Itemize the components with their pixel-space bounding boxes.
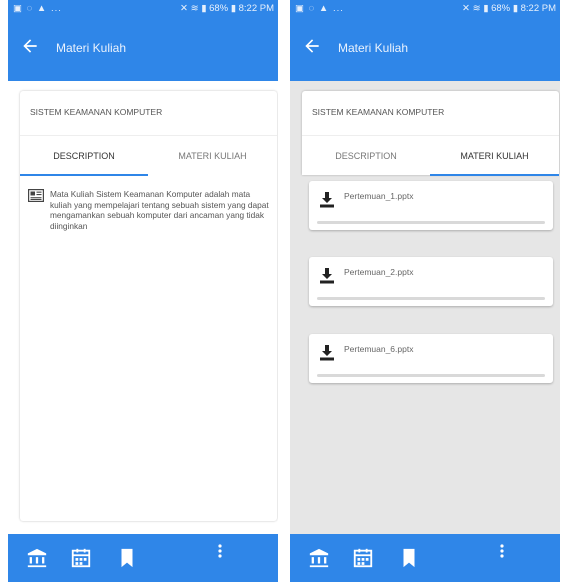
battery-icon: ▮ <box>230 3 236 14</box>
active-tab-indicator <box>20 174 148 176</box>
file-item[interactable]: Pertemuan_1.pptx <box>309 181 553 230</box>
mute-icon: ✕ <box>179 3 188 14</box>
clock: 8:22 PM <box>238 3 274 14</box>
status-more: ... <box>50 3 62 14</box>
gallery-icon: ▣ <box>295 3 305 14</box>
status-left-icons: ▣ ◌ ▲ ... <box>13 0 62 17</box>
download-icon[interactable] <box>319 267 335 285</box>
tab-description[interactable]: DESCRIPTION <box>302 136 430 176</box>
tab-materi-kuliah[interactable]: MATERI KULIAH <box>430 136 559 176</box>
arrow-left-icon[interactable] <box>20 36 40 56</box>
content-area: SISTEM KEAMANAN KOMPUTER DESCRIPTION MAT… <box>8 81 278 534</box>
tab-materi-kuliah-label: MATERI KULIAH <box>178 151 247 161</box>
tab-description[interactable]: DESCRIPTION <box>20 136 148 176</box>
bookmark-icon[interactable] <box>398 547 420 569</box>
bank-icon[interactable] <box>26 547 48 569</box>
content-area: SISTEM KEAMANAN KOMPUTER DESCRIPTION MAT… <box>290 81 560 534</box>
course-header-card: SISTEM KEAMANAN KOMPUTER DESCRIPTION MAT… <box>302 91 559 176</box>
mute-icon: ✕ <box>461 3 470 14</box>
battery-percent: 68% <box>491 3 511 14</box>
bank-icon[interactable] <box>308 547 330 569</box>
tab-description-label: DESCRIPTION <box>53 151 115 161</box>
download-icon[interactable] <box>319 344 335 362</box>
app-bar-title: Materi Kuliah <box>338 41 409 55</box>
signal-icon: ▮ <box>483 3 489 14</box>
person-icon: ▲ <box>318 3 330 14</box>
tab-description-label: DESCRIPTION <box>335 151 397 161</box>
file-name: Pertemuan_6.pptx <box>344 344 414 354</box>
more-vertical-icon[interactable] <box>213 542 227 564</box>
tab-bar: DESCRIPTION MATERI KULIAH <box>302 135 559 176</box>
battery-percent: 68% <box>209 3 229 14</box>
phone-screen-description: ▣ ◌ ▲ ... ✕ ≋ ▮ 68% ▮ 8:22 PM Materi Kul… <box>8 0 278 582</box>
phone-screen-materi: ▣ ◌ ▲ ... ✕ ≋ ▮ 68% ▮ 8:22 PM Materi Kul… <box>290 0 560 582</box>
status-right: ✕ ≋ ▮ 68% ▮ 8:22 PM <box>180 0 274 17</box>
bottom-navigation <box>290 534 560 582</box>
file-name: Pertemuan_2.pptx <box>344 267 414 277</box>
app-bar: Materi Kuliah <box>8 17 278 81</box>
status-right: ✕ ≋ ▮ 68% ▮ 8:22 PM <box>462 0 556 17</box>
wifi-icon: ≋ <box>190 3 199 14</box>
tab-materi-kuliah-label: MATERI KULIAH <box>460 151 529 161</box>
tab-materi-kuliah[interactable]: MATERI KULIAH <box>148 136 277 176</box>
app-bar-title: Materi Kuliah <box>56 41 127 55</box>
person-icon: ▲ <box>36 3 48 14</box>
status-left-icons: ▣ ◌ ▲ ... <box>295 0 344 17</box>
bookmark-icon[interactable] <box>116 547 138 569</box>
whatsapp-icon: ◌ <box>26 3 34 14</box>
download-progress-bar <box>317 297 545 300</box>
calendar-icon[interactable] <box>70 547 92 569</box>
bottom-navigation <box>8 534 278 582</box>
tab-bar: DESCRIPTION MATERI KULIAH <box>20 135 277 176</box>
calendar-icon[interactable] <box>352 547 374 569</box>
wifi-icon: ≋ <box>472 3 481 14</box>
app-bar: Materi Kuliah <box>290 17 560 81</box>
status-bar: ▣ ◌ ▲ ... ✕ ≋ ▮ 68% ▮ 8:22 PM <box>8 0 278 17</box>
download-progress-bar <box>317 374 545 377</box>
arrow-left-icon[interactable] <box>302 36 322 56</box>
more-vertical-icon[interactable] <box>495 542 509 564</box>
gallery-icon: ▣ <box>13 3 23 14</box>
status-bar: ▣ ◌ ▲ ... ✕ ≋ ▮ 68% ▮ 8:22 PM <box>290 0 560 17</box>
course-title: SISTEM KEAMANAN KOMPUTER <box>30 107 163 117</box>
course-card: SISTEM KEAMANAN KOMPUTER DESCRIPTION MAT… <box>20 91 277 521</box>
file-item[interactable]: Pertemuan_6.pptx <box>309 334 553 383</box>
description-text: Mata Kuliah Sistem Keamanan Komputer ada… <box>50 189 269 231</box>
whatsapp-icon: ◌ <box>308 3 316 14</box>
file-name: Pertemuan_1.pptx <box>344 191 414 201</box>
course-title: SISTEM KEAMANAN KOMPUTER <box>312 107 445 117</box>
download-progress-bar <box>317 221 545 224</box>
signal-icon: ▮ <box>201 3 207 14</box>
clock: 8:22 PM <box>520 3 556 14</box>
battery-icon: ▮ <box>512 3 518 14</box>
active-tab-indicator <box>430 174 559 176</box>
news-icon <box>28 189 44 202</box>
file-item[interactable]: Pertemuan_2.pptx <box>309 257 553 306</box>
download-icon[interactable] <box>319 191 335 209</box>
status-more: ... <box>332 3 344 14</box>
